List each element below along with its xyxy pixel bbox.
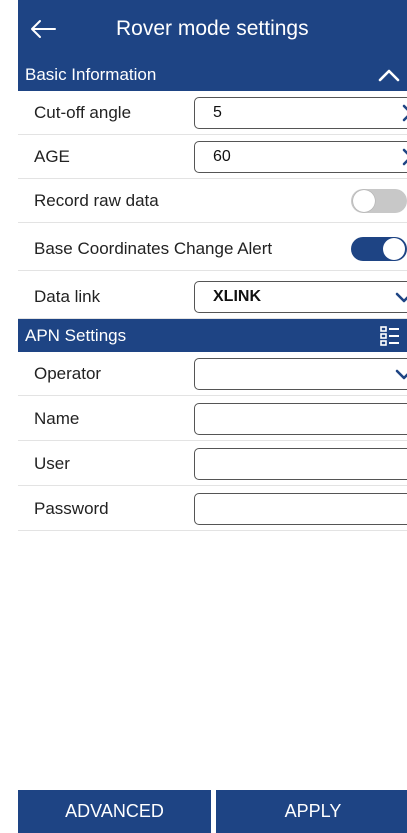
operator-row: Operator xyxy=(18,352,407,396)
chevron-right-icon xyxy=(402,104,407,121)
age-row: AGE 60 xyxy=(18,135,407,179)
page-title: Rover mode settings xyxy=(116,17,309,40)
list-settings-icon[interactable] xyxy=(380,325,400,346)
password-row: Password xyxy=(18,487,407,531)
data-link-value: XLINK xyxy=(213,287,261,305)
record-raw-data-toggle[interactable] xyxy=(351,188,407,213)
base-alert-row: Base Coordinates Change Alert xyxy=(18,227,407,271)
apply-button[interactable]: APPLY xyxy=(216,790,407,833)
cutoff-angle-field[interactable]: 5 xyxy=(194,96,407,129)
cutoff-angle-label: Cut-off angle xyxy=(34,102,132,122)
basic-information-header[interactable]: Basic Information xyxy=(18,58,407,91)
data-link-row: Data link XLINK xyxy=(18,275,407,319)
advanced-button[interactable]: ADVANCED xyxy=(18,790,211,833)
cutoff-angle-value: 5 xyxy=(213,103,222,121)
section-title: Basic Information xyxy=(25,64,157,84)
data-link-label: Data link xyxy=(34,286,101,306)
age-value: 60 xyxy=(213,147,231,165)
user-label: User xyxy=(34,453,70,473)
base-alert-label: Base Coordinates Change Alert xyxy=(34,238,273,258)
toggle-knob xyxy=(383,237,405,260)
back-button[interactable] xyxy=(18,0,68,58)
name-label: Name xyxy=(34,408,80,428)
password-label: Password xyxy=(34,498,109,518)
record-raw-data-row: Record raw data xyxy=(18,179,407,223)
chevron-up-icon[interactable] xyxy=(378,68,400,82)
operator-label: Operator xyxy=(34,363,102,383)
apn-settings-header[interactable]: APN Settings xyxy=(18,319,407,352)
user-input[interactable] xyxy=(194,447,407,480)
operator-select[interactable] xyxy=(194,357,407,390)
record-raw-data-label: Record raw data xyxy=(34,190,159,210)
app-header: Rover mode settings xyxy=(18,0,407,58)
section-title: APN Settings xyxy=(25,325,127,345)
age-label: AGE xyxy=(34,146,70,166)
chevron-right-icon xyxy=(402,148,407,165)
cutoff-angle-row: Cut-off angle 5 xyxy=(18,91,407,135)
age-field[interactable]: 60 xyxy=(194,140,407,173)
password-input[interactable] xyxy=(194,492,407,525)
base-alert-toggle[interactable] xyxy=(351,236,407,261)
chevron-down-icon xyxy=(395,292,407,302)
name-row: Name xyxy=(18,397,407,441)
data-link-select[interactable]: XLINK xyxy=(194,280,407,313)
name-input[interactable] xyxy=(194,402,407,435)
toggle-knob xyxy=(353,189,375,212)
arrow-left-icon xyxy=(31,20,56,38)
user-row: User xyxy=(18,442,407,486)
chevron-down-icon xyxy=(395,369,407,379)
